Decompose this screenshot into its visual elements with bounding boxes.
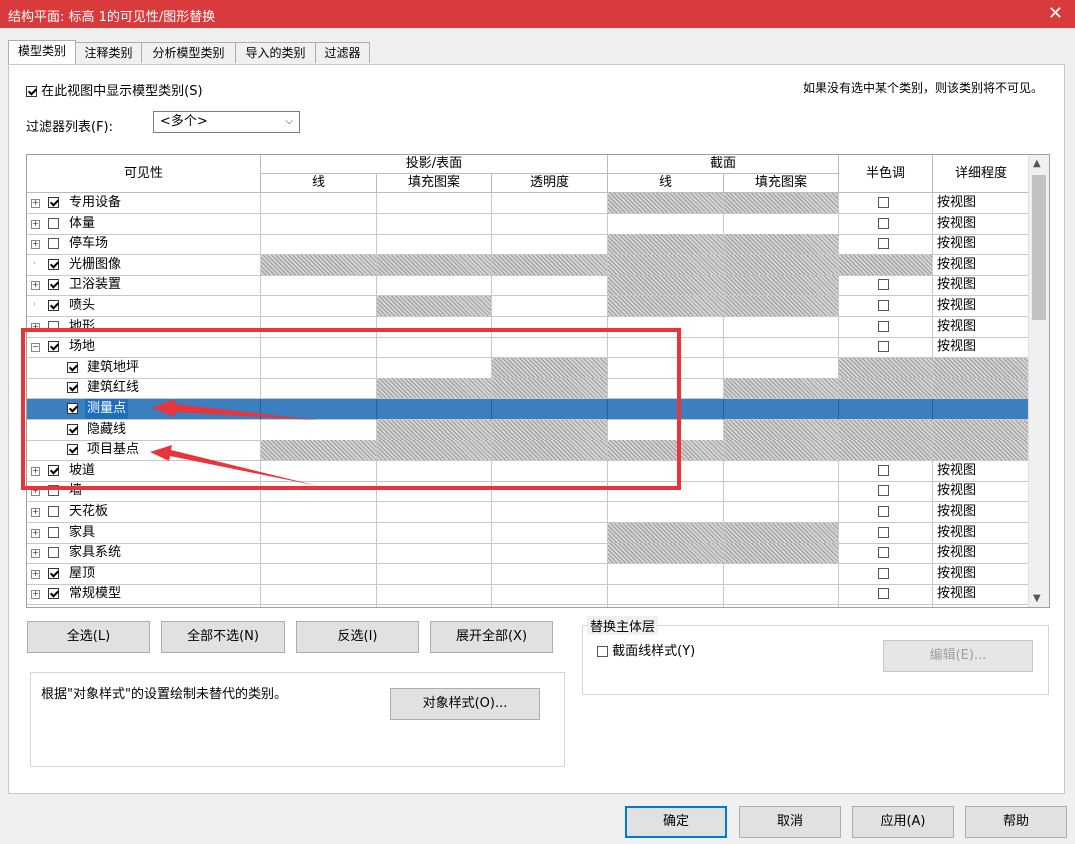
edit-button[interactable]: 编辑(E)... bbox=[883, 640, 1033, 672]
cut-line-styles-checkbox[interactable] bbox=[597, 646, 608, 657]
apply-button[interactable]: 应用(A) bbox=[852, 806, 954, 838]
tab-model-categories[interactable]: 模型类别 bbox=[8, 40, 76, 64]
object-styles-button[interactable]: 对象样式(O)... bbox=[390, 688, 540, 720]
host-layer-title: 替换主体层 bbox=[587, 616, 659, 635]
cut-line-styles-label: 截面线样式(Y) bbox=[612, 644, 696, 659]
arrow-to-survey-point bbox=[152, 399, 318, 420]
help-button[interactable]: 帮助 bbox=[965, 806, 1067, 838]
expand-all-button[interactable]: 展开全部(X) bbox=[430, 621, 553, 653]
select-all-button[interactable]: 全选(L) bbox=[27, 621, 150, 653]
invert-button[interactable]: 反选(I) bbox=[296, 621, 419, 653]
arrow-to-project-base-point bbox=[150, 445, 318, 486]
select-none-button[interactable]: 全部不选(N) bbox=[161, 621, 285, 653]
object-styles-note: 根据"对象样式"的设置绘制未替代的类别。 bbox=[41, 687, 287, 702]
cut-line-styles-option[interactable]: 截面线样式(Y) bbox=[597, 640, 695, 659]
cancel-button[interactable]: 取消 bbox=[739, 806, 841, 838]
ok-button[interactable]: 确定 bbox=[625, 806, 727, 838]
